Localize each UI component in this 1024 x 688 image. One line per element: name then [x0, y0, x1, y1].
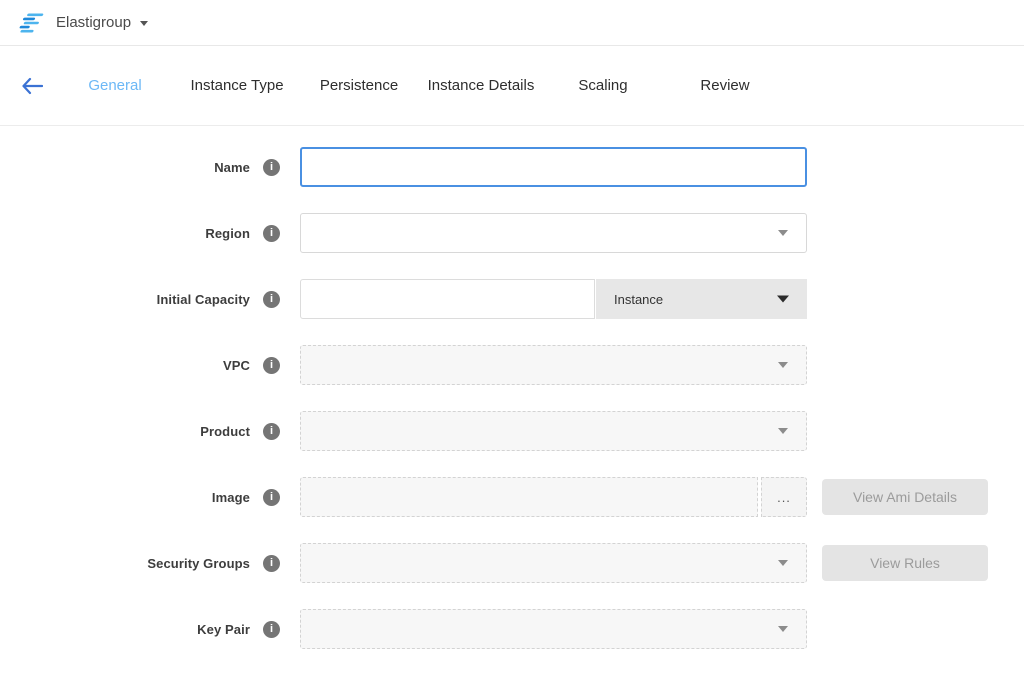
form-row-key-pair: Key Pair i — [0, 609, 1024, 649]
product-label: Product — [0, 424, 250, 439]
key-pair-field-area — [300, 609, 807, 649]
chevron-down-icon — [777, 296, 789, 303]
form-row-name: Name i — [0, 147, 1024, 187]
top-app-bar: Elastigroup — [0, 0, 1024, 46]
region-select[interactable] — [300, 213, 807, 253]
product-field-area — [300, 411, 807, 451]
chevron-down-icon — [778, 362, 788, 368]
info-glyph: i — [270, 359, 273, 371]
security-groups-select[interactable] — [300, 543, 807, 583]
security-groups-label: Security Groups — [0, 556, 250, 571]
tab-persistence[interactable]: Persistence — [298, 77, 420, 94]
form-row-product: Product i — [0, 411, 1024, 451]
image-input[interactable] — [300, 477, 758, 517]
initial-capacity-input[interactable] — [300, 279, 595, 319]
key-pair-label: Key Pair — [0, 622, 250, 637]
elastigroup-menu[interactable]: Elastigroup — [18, 12, 148, 34]
name-field-area — [300, 147, 807, 187]
elastigroup-logo-icon — [18, 12, 44, 34]
security-groups-field-area — [300, 543, 807, 583]
initial-capacity-label: Initial Capacity — [0, 292, 250, 307]
chevron-down-icon — [778, 230, 788, 236]
name-label: Name — [0, 160, 250, 175]
initial-capacity-info-icon[interactable]: i — [263, 291, 280, 308]
back-button[interactable] — [21, 76, 45, 96]
back-arrow-icon — [21, 77, 43, 95]
key-pair-select[interactable] — [300, 609, 807, 649]
info-glyph: i — [270, 491, 273, 503]
capacity-unit-value: Instance — [614, 292, 663, 307]
form-row-region: Region i — [0, 213, 1024, 253]
vpc-select[interactable] — [300, 345, 807, 385]
form-row-image: Image i ... View Ami Details — [0, 477, 1024, 517]
image-field-area: ... — [300, 477, 807, 517]
name-input[interactable] — [300, 147, 807, 187]
info-glyph: i — [270, 557, 273, 569]
info-glyph: i — [270, 227, 273, 239]
product-info-icon[interactable]: i — [263, 423, 280, 440]
tab-review[interactable]: Review — [664, 77, 786, 94]
initial-capacity-field-area: Instance — [300, 279, 807, 319]
chevron-down-icon — [140, 21, 148, 26]
image-browse-button[interactable]: ... — [761, 477, 807, 517]
vpc-field-area — [300, 345, 807, 385]
view-ami-details-button[interactable]: View Ami Details — [822, 479, 988, 515]
info-glyph: i — [270, 161, 273, 173]
product-select[interactable] — [300, 411, 807, 451]
info-glyph: i — [270, 425, 273, 437]
chevron-down-icon — [778, 626, 788, 632]
name-info-icon[interactable]: i — [263, 159, 280, 176]
image-info-icon[interactable]: i — [263, 489, 280, 506]
ellipsis-icon: ... — [777, 490, 791, 505]
vpc-info-icon[interactable]: i — [263, 357, 280, 374]
chevron-down-icon — [778, 428, 788, 434]
key-pair-info-icon[interactable]: i — [263, 621, 280, 638]
capacity-unit-select[interactable]: Instance — [596, 279, 807, 319]
tab-list: General Instance Type Persistence Instan… — [54, 77, 786, 94]
info-glyph: i — [270, 293, 273, 305]
region-info-icon[interactable]: i — [263, 225, 280, 242]
general-settings-form: Name i Region i Initial Capacity i Insta… — [0, 126, 1024, 649]
security-groups-info-icon[interactable]: i — [263, 555, 280, 572]
wizard-tab-bar: General Instance Type Persistence Instan… — [0, 46, 1024, 126]
region-field-area — [300, 213, 807, 253]
form-row-initial-capacity: Initial Capacity i Instance — [0, 279, 1024, 319]
form-row-security-groups: Security Groups i View Rules — [0, 543, 1024, 583]
region-label: Region — [0, 226, 250, 241]
image-label: Image — [0, 490, 250, 505]
vpc-label: VPC — [0, 358, 250, 373]
tab-instance-type[interactable]: Instance Type — [176, 77, 298, 94]
form-row-vpc: VPC i — [0, 345, 1024, 385]
app-title: Elastigroup — [56, 14, 131, 31]
view-rules-button[interactable]: View Rules — [822, 545, 988, 581]
tab-instance-details[interactable]: Instance Details — [420, 77, 542, 94]
tab-general[interactable]: General — [54, 77, 176, 94]
chevron-down-icon — [778, 560, 788, 566]
info-glyph: i — [270, 623, 273, 635]
tab-scaling[interactable]: Scaling — [542, 77, 664, 94]
